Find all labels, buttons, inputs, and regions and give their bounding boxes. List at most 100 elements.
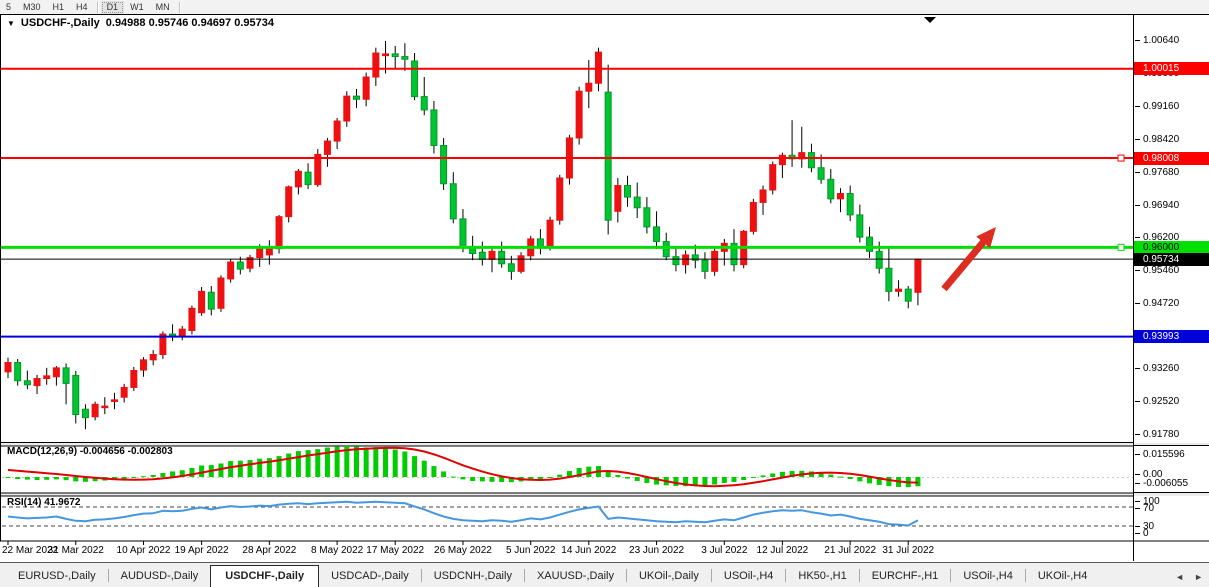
timeframe-button-mn[interactable]: MN <box>150 1 176 14</box>
chart-tab-usdcnh-daily[interactable]: USDCNH-,Daily <box>422 566 524 587</box>
timeframe-button-d1[interactable]: D1 <box>101 1 125 14</box>
macd-histogram-bar <box>712 477 717 485</box>
candle-body <box>915 259 921 292</box>
macd-histogram-bar <box>257 459 262 477</box>
chart-tab-usoil-h4[interactable]: USOil-,H4 <box>951 566 1025 587</box>
trading-terminal: 5M30H1H4D1W1MN ▼ USDCHF-,Daily 0.94988 0… <box>0 0 1209 587</box>
macd-histogram-bar <box>451 477 456 478</box>
chart-tab-eurchf-h1[interactable]: EURCHF-,H1 <box>860 566 951 587</box>
candle-body <box>847 194 853 215</box>
macd-histogram-bar <box>6 477 11 478</box>
timeframe-button-m30[interactable]: M30 <box>17 1 47 14</box>
level-line-handle[interactable] <box>1118 244 1124 250</box>
candle-body <box>111 400 117 402</box>
macd-histogram-bar <box>490 477 495 482</box>
candle-body <box>857 215 863 237</box>
macd-histogram-bar <box>422 461 427 477</box>
macd-histogram-bar <box>296 451 301 477</box>
rsi-value: 41.9672 <box>44 497 80 508</box>
macd-histogram-bar <box>741 477 746 480</box>
price-tick-label: 0.99160 <box>1143 101 1179 112</box>
macd-histogram-bar <box>615 475 620 477</box>
macd-histogram-bar <box>499 477 504 482</box>
tab-scrollers: ◄ ► <box>1175 572 1203 582</box>
chart-tab-xauusd-daily[interactable]: XAUUSD-,Daily <box>525 566 626 587</box>
macd-histogram-bar <box>25 477 30 480</box>
candle-body <box>383 54 389 56</box>
candle-body <box>508 264 514 272</box>
macd-histogram-bar <box>199 465 204 477</box>
candle-body <box>189 308 195 330</box>
candle-body <box>654 227 660 242</box>
macd-histogram-bar <box>480 477 485 481</box>
candle-body <box>770 165 776 190</box>
price-axis[interactable]: 1.006400.999000.991600.984200.976800.969… <box>1134 14 1209 561</box>
chart-ohlc-values: 0.94988 0.95746 0.94697 0.95734 <box>106 17 274 29</box>
candle-body <box>44 376 50 379</box>
macd-values: -0.004656 -0.002803 <box>80 446 173 457</box>
tab-scroll-right-icon[interactable]: ► <box>1194 572 1203 582</box>
candle-body <box>867 237 873 251</box>
chart-tab-ukoil-h4[interactable]: UKOil-,H4 <box>1026 566 1100 587</box>
level-line-handle[interactable] <box>1118 155 1124 161</box>
candle-body <box>586 83 592 91</box>
chart-tab-usdcad-daily[interactable]: USDCAD-,Daily <box>319 566 421 587</box>
candle-body <box>402 57 408 60</box>
timeframe-button-w1[interactable]: W1 <box>124 1 150 14</box>
macd-histogram-bar <box>460 477 465 479</box>
macd-histogram-bar <box>54 477 59 479</box>
chart-canvas[interactable] <box>0 0 1209 562</box>
macd-histogram-bar <box>751 477 756 478</box>
tab-scroll-left-icon[interactable]: ◄ <box>1175 572 1184 582</box>
candle-body <box>34 379 40 386</box>
timeframe-button-h4[interactable]: H4 <box>70 1 94 14</box>
macd-histogram-bar <box>732 477 737 482</box>
chart-tab-hk50-h1[interactable]: HK50-,H1 <box>786 566 858 587</box>
candle-body <box>102 406 108 408</box>
candle-body <box>818 168 824 180</box>
macd-histogram-bar <box>64 477 69 480</box>
date-tick-label: 31 Jul 2022 <box>868 545 948 556</box>
candle-body <box>615 186 621 212</box>
chart-tab-audusd-daily[interactable]: AUDUSD-,Daily <box>109 566 211 587</box>
candle-body <box>712 251 718 271</box>
chart-tab-usdchf-daily[interactable]: USDCHF-,Daily <box>210 565 319 587</box>
macd-indicator-label: MACD(12,26,9) -0.004656 -0.002803 <box>7 446 173 457</box>
candle-body <box>886 268 892 291</box>
candle-body <box>828 179 834 199</box>
price-tick-label: 0.96940 <box>1143 200 1179 211</box>
timeframe-button-h1[interactable]: H1 <box>47 1 71 14</box>
chart-tab-eurusd-daily[interactable]: EURUSD-,Daily <box>6 566 108 587</box>
macd-histogram-bar <box>431 466 436 477</box>
rsi-line <box>8 502 918 526</box>
macd-histogram-bar <box>248 460 253 477</box>
chart-tab-ukoil-daily[interactable]: UKOil-,Daily <box>627 566 711 587</box>
macd-histogram-bar <box>625 477 630 479</box>
timeframe-toolbar: 5M30H1H4 D1W1MN <box>0 0 1209 14</box>
candle-body <box>557 178 563 220</box>
candle-body <box>576 91 582 138</box>
candle-body <box>179 329 185 336</box>
macd-histogram-bar <box>770 473 775 477</box>
candle-body <box>82 409 88 417</box>
price-tick-label: 0.93260 <box>1143 363 1179 374</box>
timeframe-button-5[interactable]: 5 <box>0 1 17 14</box>
macd-histogram-bar <box>286 454 291 477</box>
macd-histogram-bar <box>586 467 591 477</box>
toolbar-separator <box>179 2 180 13</box>
candle-body <box>779 155 785 164</box>
candle-body <box>683 255 689 265</box>
macd-axis-label: -0.006055 <box>1143 478 1188 489</box>
chart-shift-marker-icon[interactable] <box>924 17 936 23</box>
macd-histogram-bar <box>702 477 707 485</box>
macd-histogram-bar <box>354 447 359 477</box>
chart-tab-usoil-h4[interactable]: USOil-,H4 <box>712 566 786 587</box>
candle-body <box>363 77 369 99</box>
macd-axis-label: 0.015596 <box>1143 449 1185 460</box>
macd-histogram-bar <box>15 477 20 479</box>
macd-histogram-bar <box>151 475 156 477</box>
rsi-axis-label: 70 <box>1143 503 1154 514</box>
candle-body <box>305 172 311 184</box>
candle-body <box>373 53 379 77</box>
candle-body <box>547 220 553 248</box>
